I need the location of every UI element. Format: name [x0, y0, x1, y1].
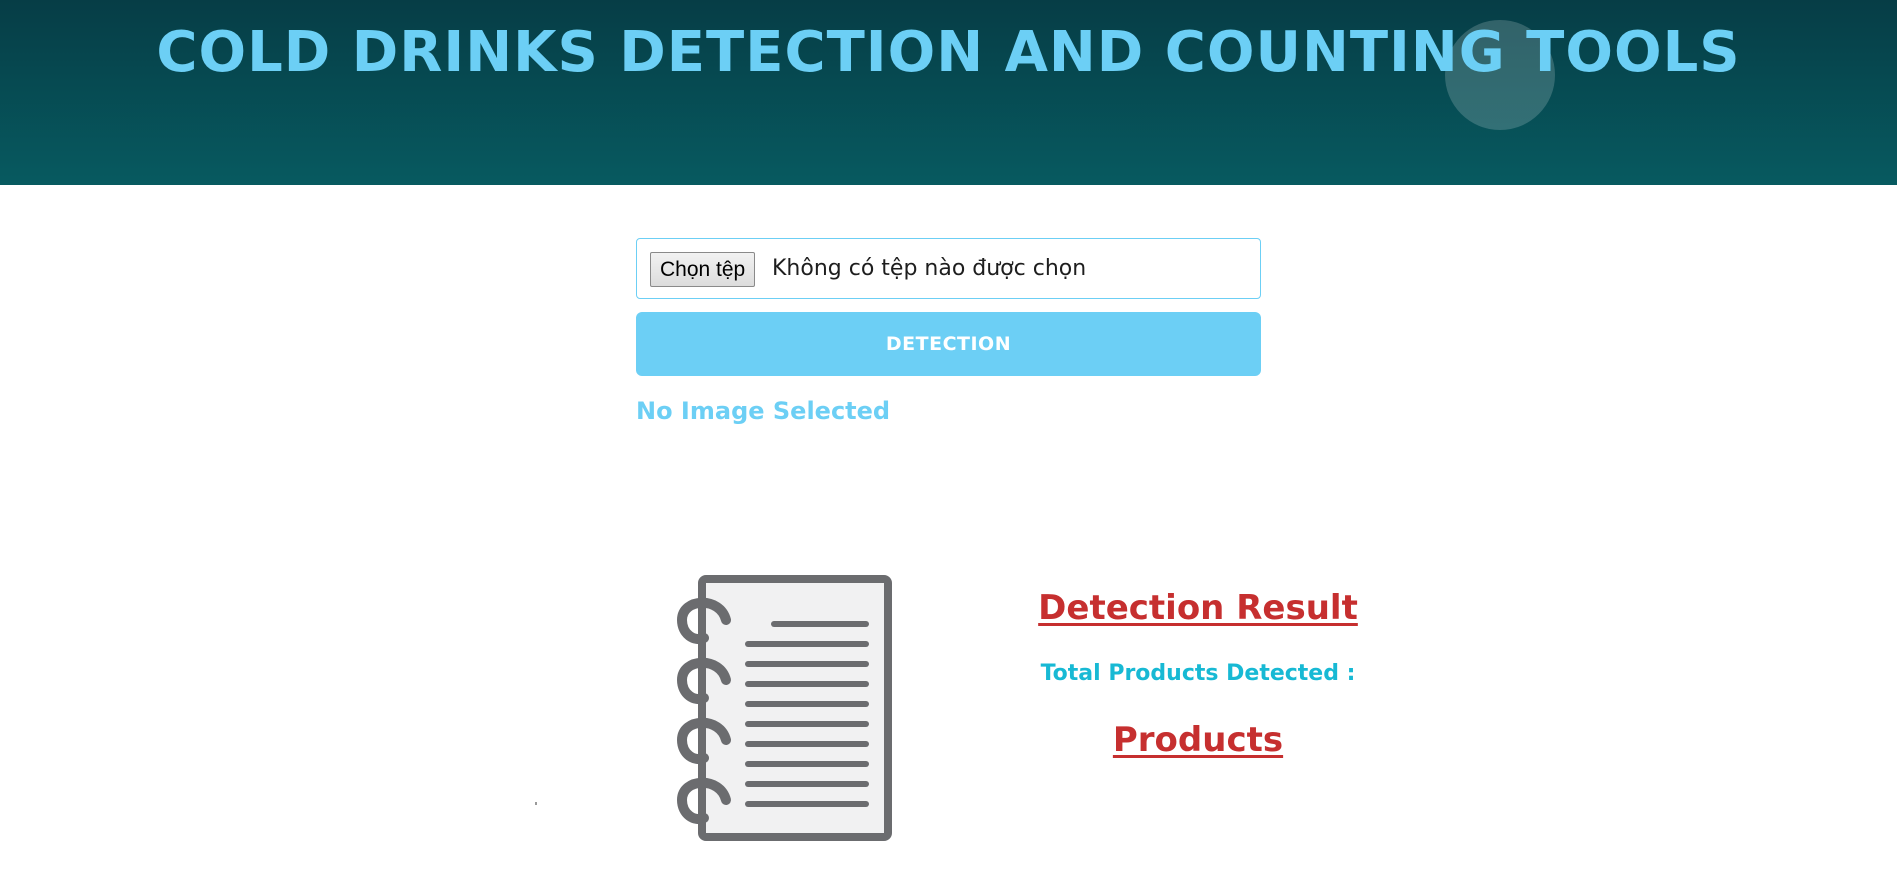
total-products-label: Total Products Detected : [1040, 661, 1356, 686]
file-status-text: Không có tệp nào được chọn [772, 256, 1087, 281]
page-title: COLD DRINKS DETECTION AND COUNTING TOOLS [156, 20, 1741, 85]
detection-button[interactable]: DETECTION [636, 312, 1261, 376]
detection-result-title: Detection Result [1038, 588, 1358, 628]
products-count-label: Products [1112, 720, 1284, 760]
spiral-notebook-icon [676, 575, 892, 841]
stray-mark [535, 802, 537, 805]
file-input[interactable]: Chọn tệp Không có tệp nào được chọn [636, 238, 1261, 299]
page-header: COLD DRINKS DETECTION AND COUNTING TOOLS [0, 0, 1897, 185]
choose-file-button[interactable]: Chọn tệp [650, 252, 756, 287]
image-preview-status: No Image Selected [636, 397, 891, 425]
